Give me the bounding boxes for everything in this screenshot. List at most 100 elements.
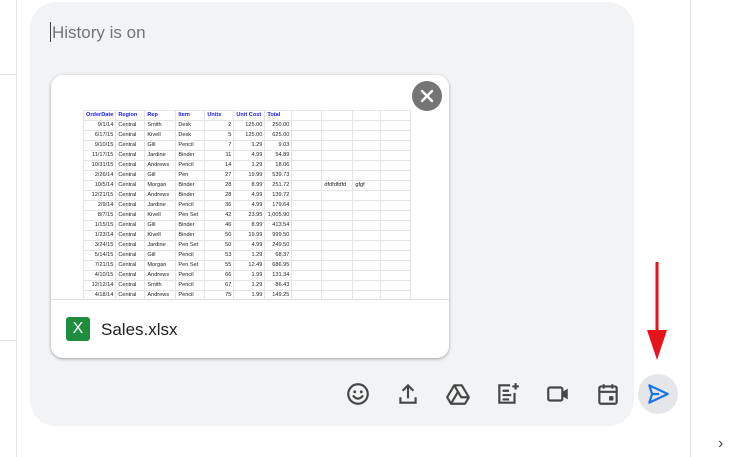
sheet-cell: Central [115, 220, 146, 231]
sheet-cell [321, 290, 354, 299]
sheet-cell: Desk [175, 130, 206, 141]
message-input[interactable]: History is on [50, 22, 610, 44]
sheet-cell: 12/12/14 [82, 280, 117, 291]
sheet-cell: 1/15/15 [82, 220, 117, 231]
sheet-cell: 179.64 [264, 200, 293, 211]
drive-icon [446, 384, 470, 405]
send-button[interactable] [638, 374, 678, 414]
sheet-cell: Gill [144, 140, 177, 151]
table-row: 9/10/15 Central Gill Pencil 7 1.29 9.03 [82, 140, 412, 151]
sheet-cell [352, 280, 382, 291]
sheet-cell [380, 230, 412, 241]
table-row: 2/9/14 Central Jardine Pencil 36 4.99 179.64 [82, 200, 412, 211]
sheet-cell [321, 160, 354, 171]
sheet-cell: Jardine [144, 200, 177, 211]
sheet-cell: Pencil [175, 270, 206, 281]
calendar-invite-button[interactable] [588, 374, 628, 414]
sheet-cell: 10/31/15 [82, 160, 117, 171]
sheet-cell: Pen Set [175, 240, 206, 251]
sheet-header-cell: Region [115, 110, 146, 121]
sheet-cell: Desk [175, 120, 206, 131]
sheet-cell [380, 280, 412, 291]
chat-page: › History is on OrderDate Region Rep Item Un… [0, 0, 730, 457]
sheet-cell: Andrews [144, 270, 177, 281]
emoji-icon [347, 383, 369, 405]
sheet-cell: Andrews [144, 190, 177, 201]
sheet-body: 9/1/14 Central Smith Desk 2 125.00 250.00 6/17/… [82, 120, 412, 299]
upload-file-button[interactable] [388, 374, 428, 414]
sheet-cell: 10/5/14 [82, 180, 117, 191]
emoji-button[interactable] [338, 374, 378, 414]
sheet-cell [380, 290, 412, 299]
sheet-cell [352, 190, 382, 201]
sheet-cell: Andrews [144, 160, 177, 171]
text-caret [50, 22, 51, 42]
create-doc-button[interactable] [488, 374, 528, 414]
sheet-cell: 1.29 [233, 280, 266, 291]
sheet-cell: Pencil [175, 200, 206, 211]
sheet-cell: Central [115, 200, 146, 211]
sheet-cell: 19.99 [233, 230, 266, 241]
sheet-cell [291, 280, 323, 291]
table-row: 6/17/15 Central Kivell Desk 5 125.00 625.00 [82, 130, 412, 141]
remove-attachment-button[interactable] [412, 81, 442, 111]
sheet-cell: 36 [204, 200, 235, 211]
sheet-cell: Pen Set [175, 260, 206, 271]
sheet-cell: Central [115, 170, 146, 181]
sheet-cell: Binder [175, 230, 206, 241]
sheet-cell: Central [115, 160, 146, 171]
sheet-cell: 27 [204, 170, 235, 181]
attachment-card[interactable]: OrderDate Region Rep Item Units Unit Cost Tota… [51, 75, 449, 358]
sheet-cell: 11 [204, 150, 235, 161]
sheet-cell: Central [115, 150, 146, 161]
sheet-cell: Pencil [175, 140, 206, 151]
sheet-cell: 4/10/15 [82, 270, 117, 281]
sheet-cell [291, 150, 323, 161]
sheet-cell: 1.29 [233, 160, 266, 171]
sheet-cell: 686.95 [264, 260, 293, 271]
sheet-cell [352, 130, 382, 141]
sheet-cell [321, 170, 354, 181]
sheet-cell [321, 260, 354, 271]
sheet-header-row: OrderDate Region Rep Item Units Unit Cost Tota… [82, 110, 412, 121]
sheet-cell: Pencil [175, 280, 206, 291]
sheet-header-cell: Item [175, 110, 206, 121]
sheet-cell: Pen [175, 170, 206, 181]
sheet-cell: Kivell [144, 130, 177, 141]
divider-bottom [0, 340, 16, 341]
chevron-right-icon[interactable]: › [718, 436, 723, 452]
sheet-cell [321, 280, 354, 291]
table-row: 10/31/15 Central Andrews Pencil 14 1.29 18.06 [82, 160, 412, 171]
sheet-cell: 2/26/14 [82, 170, 117, 181]
video-meeting-button[interactable] [538, 374, 578, 414]
sheet-header-cell [291, 110, 323, 121]
sheet-cell: Smith [144, 280, 177, 291]
sheet-cell [291, 250, 323, 261]
sheet-cell: Binder [175, 150, 206, 161]
sheet-cell: 1,005.90 [264, 210, 293, 221]
sheet-cell [380, 180, 412, 191]
sheet-cell [291, 130, 323, 141]
sheet-cell: Pencil [175, 160, 206, 171]
sheet-cell [380, 240, 412, 251]
sheet-cell: Morgan [144, 260, 177, 271]
table-row: 12/12/14 Central Smith Pencil 67 1.29 86.43 [82, 280, 412, 291]
sheet-cell [352, 150, 382, 161]
close-icon [420, 89, 434, 103]
sheet-cell [352, 230, 382, 241]
sheet-cell: 7 [204, 140, 235, 151]
sheet-cell [352, 200, 382, 211]
sheet-cell [321, 190, 354, 201]
table-row: 5/14/15 Central Gill Pencil 53 1.29 68.37 [82, 250, 412, 261]
sheet-cell [291, 160, 323, 171]
sheet-cell: 4.99 [233, 200, 266, 211]
sheet-cell: 1.99 [233, 270, 266, 281]
table-row: 2/26/14 Central Gill Pen 27 19.99 539.73 [82, 170, 412, 181]
sheet-cell [380, 250, 412, 261]
sheet-cell [321, 270, 354, 281]
sheet-cell [321, 230, 354, 241]
google-drive-button[interactable] [438, 374, 478, 414]
sheet-header-cell: Rep [144, 110, 177, 121]
sheet-cell: 23.95 [233, 210, 266, 221]
sheet-cell [321, 150, 354, 161]
